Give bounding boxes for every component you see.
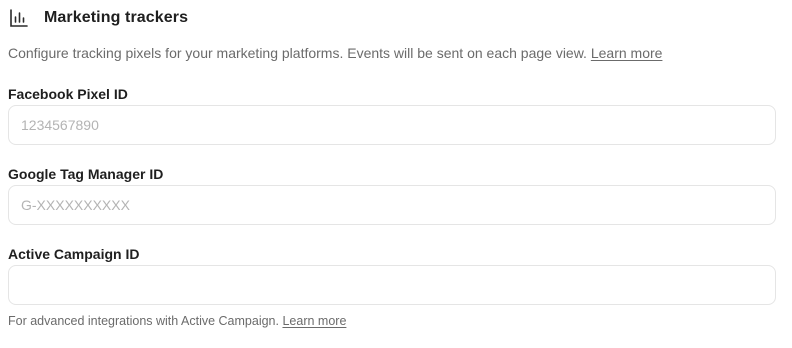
active-campaign-label: Active Campaign ID xyxy=(8,246,140,262)
helper-text: For advanced integrations with Active Ca… xyxy=(8,314,279,328)
section-title: Marketing trackers xyxy=(44,9,189,26)
facebook-pixel-label: Facebook Pixel ID xyxy=(8,86,128,102)
facebook-pixel-input[interactable] xyxy=(8,105,776,145)
description-learn-more-link[interactable]: Learn more xyxy=(591,45,663,61)
description-text: Configure tracking pixels for your marke… xyxy=(8,45,587,61)
section-description: Configure tracking pixels for your marke… xyxy=(8,45,662,61)
helper-learn-more-link[interactable]: Learn more xyxy=(282,314,346,328)
bar-chart-icon xyxy=(8,7,30,29)
google-tag-manager-label: Google Tag Manager ID xyxy=(8,166,164,182)
section-header: Marketing trackers xyxy=(8,6,188,30)
google-tag-manager-input[interactable] xyxy=(8,185,776,225)
active-campaign-helper: For advanced integrations with Active Ca… xyxy=(8,314,346,328)
active-campaign-input[interactable] xyxy=(8,265,776,305)
